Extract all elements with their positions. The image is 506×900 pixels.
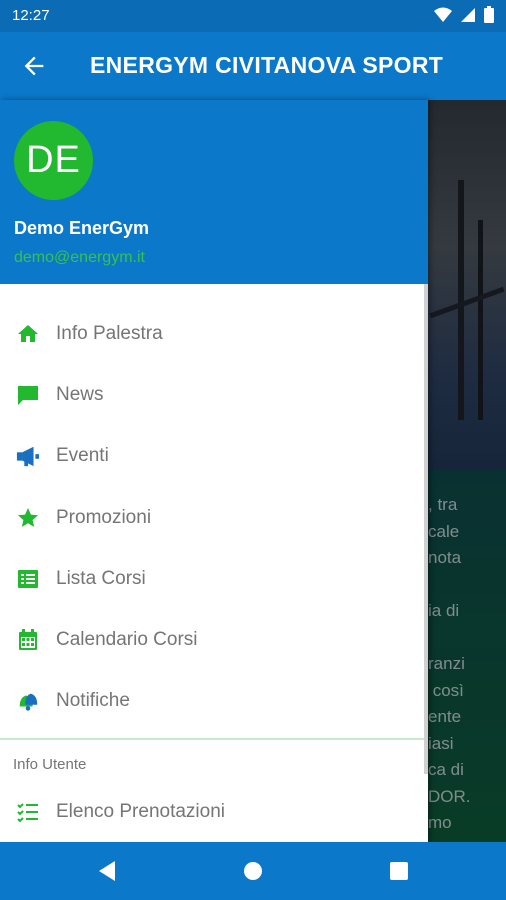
bell-icon bbox=[16, 689, 40, 713]
app-bar: ENERGYM CIVITANOVA SPORT bbox=[0, 32, 506, 100]
chat-icon bbox=[16, 383, 40, 407]
menu-item-label: Eventi bbox=[56, 444, 109, 466]
menu-item-eventi[interactable]: Eventi bbox=[0, 425, 428, 486]
menu-item-calendario-corsi[interactable]: Calendario Corsi bbox=[0, 609, 428, 670]
user-name: Demo EnerGym bbox=[14, 218, 150, 238]
list-card-icon bbox=[16, 567, 40, 591]
wifi-icon bbox=[434, 7, 452, 28]
status-time: 12:27 bbox=[12, 7, 50, 24]
app-title: ENERGYM CIVITANOVA SPORT bbox=[90, 52, 444, 78]
battery-icon bbox=[484, 6, 494, 28]
menu-item-promozioni[interactable]: Promozioni bbox=[0, 487, 428, 548]
divider bbox=[0, 738, 428, 740]
avatar[interactable]: DE bbox=[14, 121, 93, 200]
drawer-scrollbar[interactable] bbox=[424, 284, 428, 774]
user-email: demo@energym.it bbox=[14, 249, 145, 266]
menu-item-label: Info Palestra bbox=[56, 322, 163, 344]
section-label-info-utente: Info Utente bbox=[13, 756, 87, 773]
menu-item-lista-corsi[interactable]: Lista Corsi bbox=[0, 548, 428, 609]
status-icons bbox=[434, 6, 494, 28]
navigation-drawer: DE Demo EnerGym demo@energym.it Info Pal… bbox=[0, 100, 428, 842]
calendar-icon bbox=[16, 628, 40, 652]
menu-item-label: Calendario Corsi bbox=[56, 628, 198, 650]
signal-icon bbox=[460, 7, 476, 28]
recents-nav-icon[interactable] bbox=[386, 858, 412, 884]
menu-item-label: Notifiche bbox=[56, 689, 130, 711]
menu-item-info-palestra[interactable]: Info Palestra bbox=[0, 303, 428, 364]
drawer-header: DE Demo EnerGym demo@energym.it bbox=[0, 100, 428, 284]
menu-item-label: Promozioni bbox=[56, 506, 152, 528]
menu-item-news[interactable]: News bbox=[0, 364, 428, 425]
back-nav-icon[interactable] bbox=[94, 858, 120, 884]
back-arrow-icon[interactable] bbox=[20, 52, 48, 80]
home-icon bbox=[16, 322, 40, 346]
menu-item-notifiche[interactable]: Notifiche bbox=[0, 670, 428, 731]
drawer-scrim[interactable] bbox=[428, 100, 506, 842]
checklist-icon bbox=[16, 800, 40, 824]
menu-item-label: News bbox=[56, 383, 104, 405]
menu-item-elenco-prenotazioni[interactable]: Elenco Prenotazioni bbox=[0, 781, 428, 842]
system-nav-bar bbox=[0, 842, 506, 900]
star-icon bbox=[16, 506, 40, 530]
home-nav-icon[interactable] bbox=[240, 858, 266, 884]
megaphone-icon bbox=[16, 444, 40, 468]
status-bar: 12:27 bbox=[0, 0, 506, 32]
menu-item-label: Elenco Prenotazioni bbox=[56, 800, 225, 822]
menu-item-label: Lista Corsi bbox=[56, 567, 146, 589]
